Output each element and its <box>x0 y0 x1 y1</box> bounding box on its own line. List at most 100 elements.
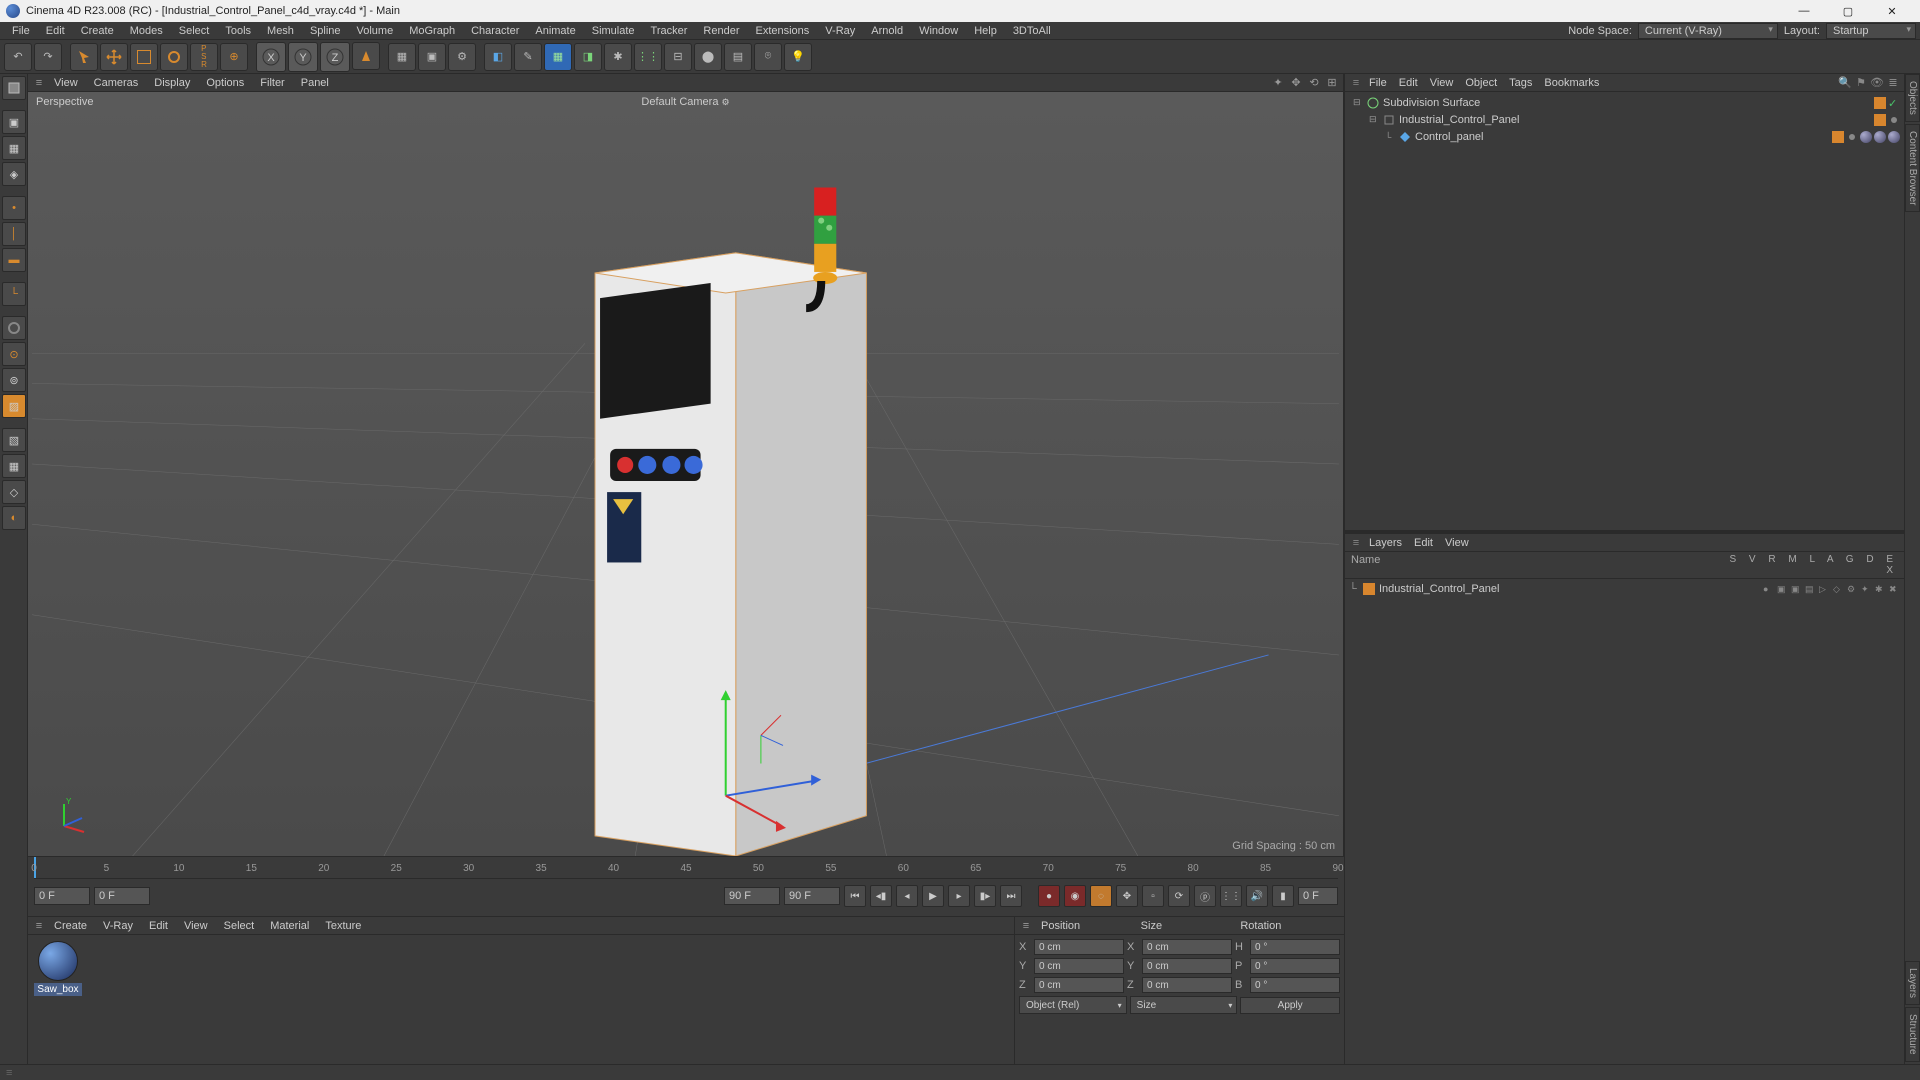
object-row[interactable]: └Control_panel <box>1349 128 1900 145</box>
expand-icon[interactable]: ⊟ <box>1369 114 1379 125</box>
viewport-option-icon[interactable]: ✦ <box>1271 76 1285 90</box>
layer-tag-icon[interactable] <box>1874 114 1886 126</box>
layer-tag-icon[interactable] <box>1874 97 1886 109</box>
objects-menu-bookmarks[interactable]: Bookmarks <box>1538 75 1605 91</box>
menu-tracker[interactable]: Tracker <box>643 23 696 39</box>
material-menu-edit[interactable]: Edit <box>141 918 176 934</box>
timeline-pos-field[interactable] <box>1298 887 1338 905</box>
volume-button[interactable]: ⬤ <box>694 43 722 71</box>
viewport-layout-icon[interactable]: ⊞ <box>1325 76 1339 90</box>
coordinate-system[interactable] <box>352 42 380 70</box>
material-swatch[interactable]: Saw_box <box>34 941 82 996</box>
next-frame-button[interactable]: ▸ <box>948 885 970 907</box>
expand-icon[interactable]: ⊟ <box>1353 97 1363 108</box>
layer-row[interactable]: └ Industrial_Control_Panel ● ▣ ▣ ▤ ▷ ◇ ⚙… <box>1349 581 1900 597</box>
timeline-marker-button[interactable]: ▮ <box>1272 885 1294 907</box>
material-menu-create[interactable]: Create <box>46 918 95 934</box>
menu-file[interactable]: File <box>4 23 38 39</box>
generator-extrude-button[interactable]: ◨ <box>574 43 602 71</box>
pos-z-field[interactable]: 0 cm <box>1034 977 1124 993</box>
key-pla-button[interactable]: ⋮⋮ <box>1220 885 1242 907</box>
layer-manager-icon[interactable]: ▤ <box>1805 584 1816 595</box>
point-mode[interactable]: • <box>2 196 26 220</box>
timeline-sound-button[interactable]: 🔊 <box>1246 885 1268 907</box>
key-rot-button[interactable]: ⟳ <box>1168 885 1190 907</box>
material-tag-icon[interactable] <box>1874 131 1886 143</box>
redo-button[interactable]: ↷ <box>34 43 62 71</box>
search-icon[interactable]: 🔍 <box>1838 76 1852 90</box>
menu-spline[interactable]: Spline <box>302 23 349 39</box>
pos-x-field[interactable]: 0 cm <box>1034 939 1124 955</box>
field-button[interactable]: ⊟ <box>664 43 692 71</box>
key-param-button[interactable]: ⓟ <box>1194 885 1216 907</box>
render-picture-button[interactable]: ▣ <box>418 43 446 71</box>
viewport-solo[interactable]: ◐ <box>2 506 26 530</box>
material-tag-icon[interactable] <box>1888 131 1900 143</box>
menu-window[interactable]: Window <box>911 23 966 39</box>
generator-subdiv-button[interactable]: ▦ <box>544 43 572 71</box>
material-menu-material[interactable]: Material <box>262 918 317 934</box>
autokey-button[interactable]: ◉ <box>1064 885 1086 907</box>
snap-point[interactable]: ⊚ <box>2 368 26 392</box>
axis-y-lock[interactable]: Y <box>288 42 318 72</box>
viewport-menu-view[interactable]: View <box>46 75 86 91</box>
menu-help[interactable]: Help <box>966 23 1005 39</box>
menu-mograph[interactable]: MoGraph <box>401 23 463 39</box>
menu-character[interactable]: Character <box>463 23 527 39</box>
snap-toggle[interactable] <box>2 316 26 340</box>
objects-menu-view[interactable]: View <box>1424 75 1460 91</box>
menu-create[interactable]: Create <box>73 23 122 39</box>
uv-mode[interactable]: ▦ <box>2 136 26 160</box>
timeline-range-end-field[interactable] <box>724 887 780 905</box>
material-tag-icon[interactable] <box>1860 131 1872 143</box>
viewport-menu-display[interactable]: Display <box>146 75 198 91</box>
coord-size-mode-dropdown[interactable]: Size <box>1130 996 1238 1014</box>
texture-mode[interactable]: ▣ <box>2 110 26 134</box>
rot-h-field[interactable]: 0 ° <box>1250 939 1340 955</box>
key-scale-button[interactable]: ▫ <box>1142 885 1164 907</box>
hamburger-icon[interactable]: ≡ <box>1019 919 1033 933</box>
object-row[interactable]: ⊟Subdivision Surface✓ <box>1349 94 1900 111</box>
layers-menu-view[interactable]: View <box>1439 535 1475 551</box>
layer-gen-icon[interactable]: ⚙ <box>1847 584 1858 595</box>
side-tab-content-browser[interactable]: Content Browser <box>1905 124 1920 212</box>
viewport-menu-cameras[interactable]: Cameras <box>86 75 147 91</box>
layer-tag-icon[interactable] <box>1832 131 1844 143</box>
viewport-menu-filter[interactable]: Filter <box>252 75 292 91</box>
next-key-button[interactable]: ▮▸ <box>974 885 996 907</box>
key-pos-button[interactable]: ✥ <box>1116 885 1138 907</box>
objects-menu-file[interactable]: File <box>1363 75 1393 91</box>
layer-color-swatch[interactable] <box>1363 583 1375 595</box>
list-icon[interactable]: ≣ <box>1886 76 1900 90</box>
scale-tool[interactable] <box>130 43 158 71</box>
model-mode[interactable] <box>2 76 26 100</box>
window-close-button[interactable]: ✕ <box>1870 0 1914 22</box>
menu-extensions[interactable]: Extensions <box>747 23 817 39</box>
camera-button[interactable]: ⌾ <box>754 43 782 71</box>
size-x-field[interactable]: 0 cm <box>1142 939 1232 955</box>
polygon-mode[interactable]: ▬ <box>2 248 26 272</box>
side-tab-layers[interactable]: Layers <box>1905 961 1920 1005</box>
mograph-cloner-button[interactable]: ⋮⋮ <box>634 43 662 71</box>
rot-p-field[interactable]: 0 ° <box>1250 958 1340 974</box>
axis-z-lock[interactable]: Z <box>320 42 350 72</box>
hamburger-icon[interactable]: ≡ <box>1349 76 1363 90</box>
object-row[interactable]: ⊟Industrial_Control_Panel <box>1349 111 1900 128</box>
goto-end-button[interactable]: ⏭ <box>1000 885 1022 907</box>
layer-def-icon[interactable]: ✦ <box>1861 584 1872 595</box>
menu-modes[interactable]: Modes <box>122 23 171 39</box>
render-settings-button[interactable]: ⚙ <box>448 43 476 71</box>
menu-tools[interactable]: Tools <box>217 23 259 39</box>
enable-check-icon[interactable]: ✓ <box>1888 97 1900 109</box>
material-browser[interactable]: Saw_box <box>28 935 1014 1064</box>
menu-volume[interactable]: Volume <box>349 23 402 39</box>
side-tab-objects[interactable]: Objects <box>1905 74 1920 122</box>
objects-menu-edit[interactable]: Edit <box>1393 75 1424 91</box>
layer-expr-icon[interactable]: ✱ <box>1875 584 1886 595</box>
objects-menu-object[interactable]: Object <box>1459 75 1503 91</box>
material-menu-select[interactable]: Select <box>216 918 263 934</box>
layout-dropdown[interactable]: Startup <box>1826 23 1916 39</box>
eye-icon[interactable]: 👁 <box>1870 76 1884 90</box>
edge-mode[interactable]: │ <box>2 222 26 246</box>
layer-anim-icon[interactable]: ◇ <box>1833 584 1844 595</box>
